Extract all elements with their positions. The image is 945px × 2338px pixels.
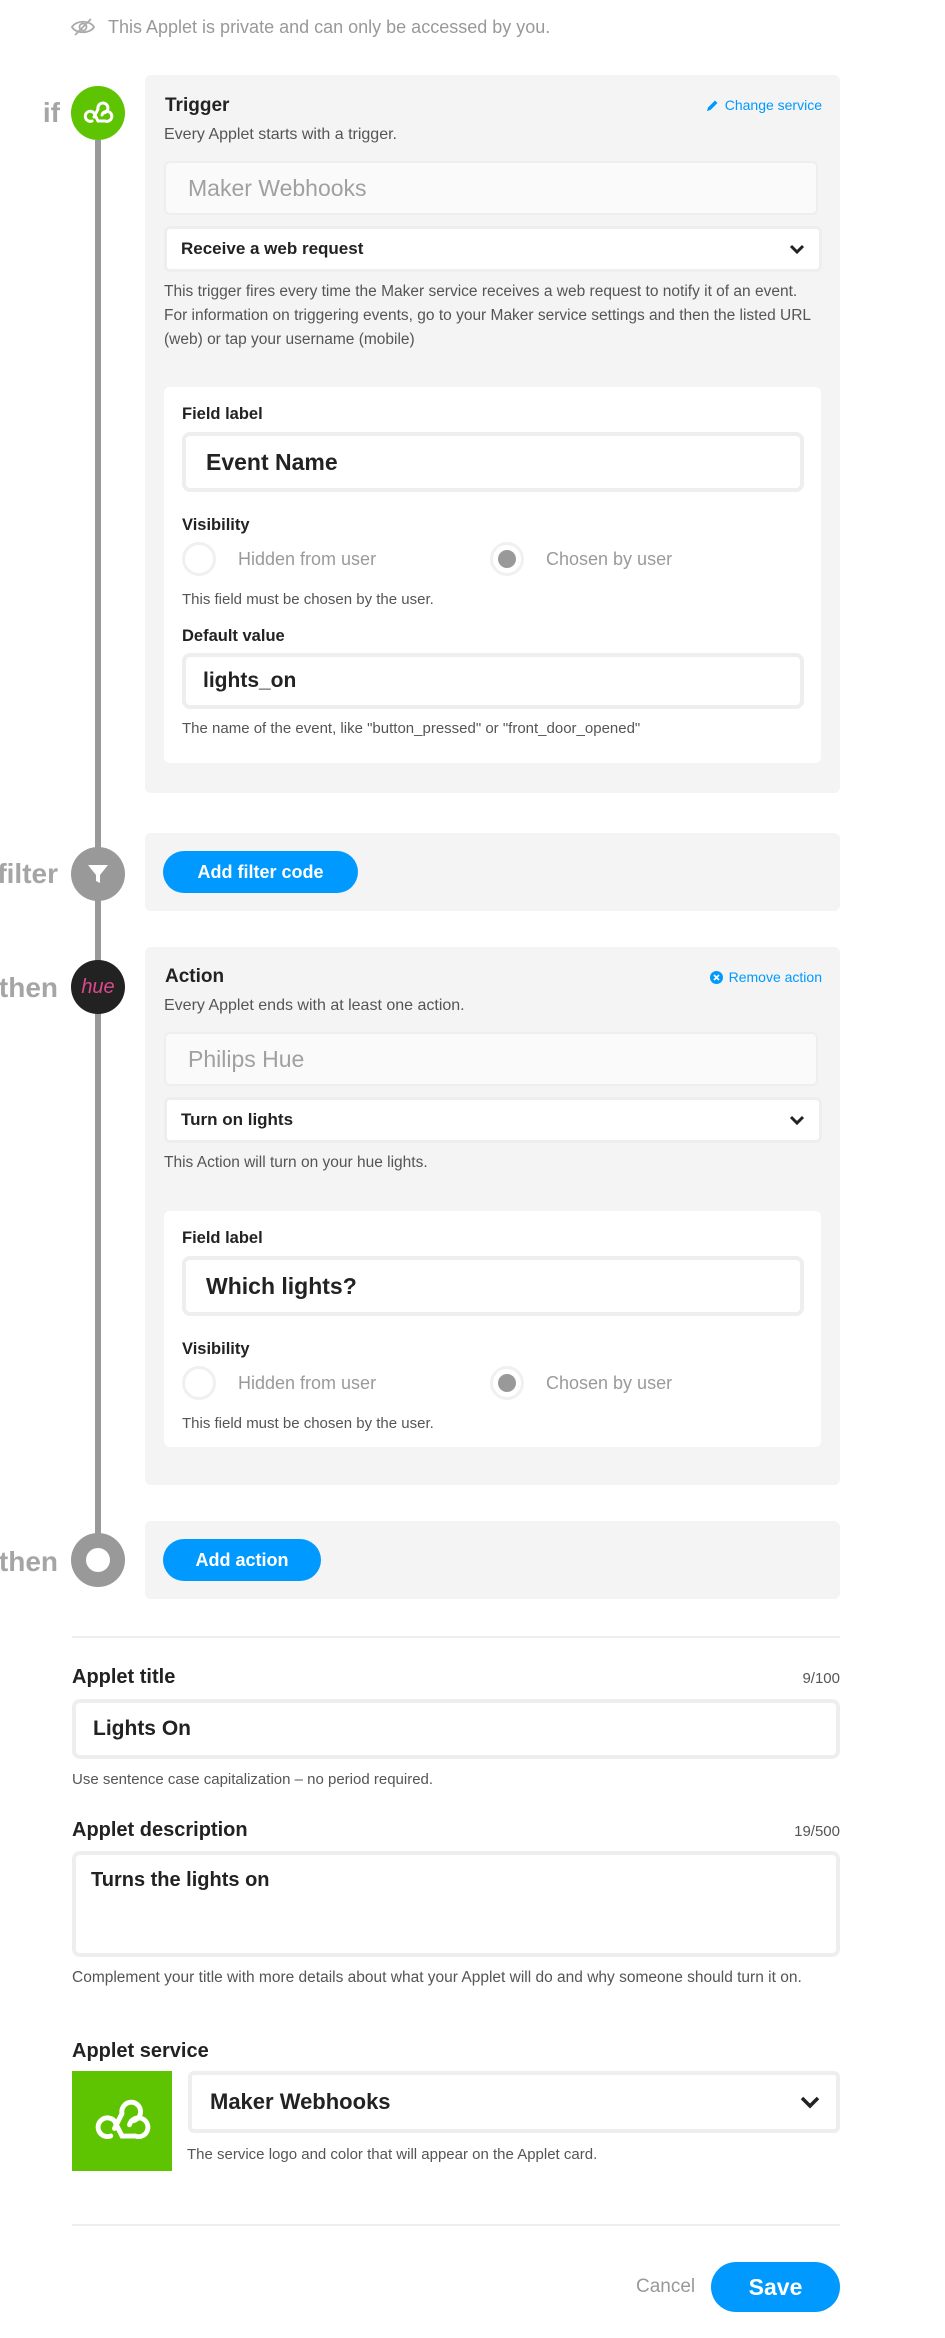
- add-action-button[interactable]: Add action: [163, 1539, 321, 1581]
- private-notice-text: This Applet is private and can only be a…: [108, 16, 551, 37]
- section-divider: [72, 1636, 840, 1638]
- remove-action-link[interactable]: Remove action: [709, 969, 822, 985]
- applet-description-hint: Complement your title with more details …: [72, 1969, 802, 1986]
- step-word-filter: filter: [0, 858, 58, 889]
- action-radio-hidden-label: Hidden from user: [238, 1372, 377, 1393]
- applet-service-label: Applet service: [72, 2040, 209, 2062]
- add-action-node: [71, 1533, 125, 1587]
- trigger-select[interactable]: Receive a web request: [164, 226, 822, 272]
- which-lights-input[interactable]: Which lights?: [182, 1256, 804, 1316]
- action-card: Action Remove action Every Applet ends w…: [145, 947, 840, 1485]
- trigger-service-icon: [71, 86, 125, 140]
- action-radio-chosen[interactable]: [490, 1366, 524, 1400]
- action-select[interactable]: Turn on lights: [164, 1097, 822, 1143]
- eye-off-icon: [70, 18, 96, 36]
- change-service-link[interactable]: Change service: [706, 97, 822, 113]
- webhooks-icon: [95, 2099, 151, 2140]
- action-radio-chosen-label: Chosen by user: [546, 1372, 673, 1393]
- action-description: This Action will turn on your hue lights…: [164, 1154, 428, 1171]
- radio-chosen-by-user[interactable]: Chosen by user: [490, 542, 672, 576]
- radio-hidden[interactable]: [182, 542, 216, 576]
- empty-circle-icon: [86, 1548, 110, 1572]
- applet-service-logo: [72, 2071, 172, 2171]
- applet-title-hint: Use sentence case capitalization – no pe…: [72, 1771, 434, 1788]
- applet-title-label: Applet title: [72, 1666, 176, 1688]
- trigger-card: Trigger Change service Every Applet star…: [145, 75, 840, 793]
- step-word-if: if: [42, 97, 60, 128]
- action-visibility-hint: This field must be chosen by the user.: [182, 1415, 434, 1432]
- add-filter-code-button[interactable]: Add filter code: [163, 851, 358, 893]
- trigger-description: This trigger fires every time the Maker …: [164, 283, 811, 348]
- visibility-hint: This field must be chosen by the user.: [182, 591, 434, 608]
- radio-hidden-label: Hidden from user: [238, 548, 377, 569]
- field-label-title: Field label: [182, 405, 263, 423]
- default-value-hint: The name of the event, like "button_pres…: [182, 720, 641, 737]
- action-title: Action: [165, 966, 225, 987]
- chevron-down-icon: [789, 244, 805, 254]
- radio-hidden-from-user[interactable]: Hidden from user: [182, 542, 376, 576]
- remove-icon: [709, 970, 723, 984]
- action-service-icon: hue: [71, 960, 125, 1014]
- trigger-service-name: Maker Webhooks: [164, 161, 818, 215]
- remove-action-label: Remove action: [728, 969, 822, 985]
- save-button[interactable]: Save: [711, 2262, 840, 2312]
- change-service-label: Change service: [724, 97, 822, 113]
- trigger-field-panel: Field label Event Name Visibility Hidden…: [164, 387, 821, 763]
- step-word-then-action: then: [0, 972, 58, 1003]
- filter-card: Add filter code: [145, 833, 840, 911]
- action-subtitle: Every Applet ends with at least one acti…: [164, 997, 465, 1014]
- chevron-down-icon: [800, 2096, 820, 2108]
- applet-description-value: Turns the lights on: [91, 1869, 270, 1891]
- pencil-icon: [706, 100, 718, 111]
- action-visibility-title: Visibility: [182, 1340, 250, 1358]
- hue-logo: hue: [81, 975, 115, 998]
- applet-description-textarea[interactable]: Turns the lights on: [72, 1851, 840, 1957]
- applet-service-hint: The service logo and color that will app…: [187, 2146, 598, 2163]
- filter-node: [71, 847, 125, 901]
- chevron-down-icon: [789, 1115, 805, 1125]
- trigger-title: Trigger: [165, 95, 230, 116]
- action-radio-chosen-by-user[interactable]: Chosen by user: [490, 1366, 672, 1400]
- webhooks-icon: [83, 101, 114, 123]
- applet-description-counter: 19/500: [794, 1823, 840, 1840]
- applet-service-select[interactable]: Maker Webhooks: [188, 2071, 840, 2133]
- default-value-input[interactable]: lights_on: [182, 653, 804, 709]
- footer-divider: [72, 2224, 840, 2226]
- action-service-name: Philips Hue: [164, 1032, 818, 1086]
- action-select-value: Turn on lights: [181, 1110, 294, 1129]
- event-name-input[interactable]: Event Name: [182, 432, 804, 492]
- applet-title-input[interactable]: Lights On: [72, 1699, 840, 1759]
- trigger-subtitle: Every Applet starts with a trigger.: [164, 126, 397, 143]
- filter-icon: [88, 865, 108, 883]
- default-value-title: Default value: [182, 627, 285, 645]
- trigger-select-value: Receive a web request: [181, 239, 364, 258]
- applet-service-value: Maker Webhooks: [210, 2089, 391, 2114]
- action-field-label-title: Field label: [182, 1229, 263, 1247]
- add-action-card: Add action: [145, 1521, 840, 1599]
- applet-title-counter: 9/100: [802, 1670, 840, 1687]
- cancel-link[interactable]: Cancel: [636, 2276, 695, 2298]
- action-field-panel: Field label Which lights? Visibility Hid…: [164, 1211, 821, 1447]
- private-notice: This Applet is private and can only be a…: [70, 14, 550, 40]
- radio-chosen[interactable]: [490, 542, 524, 576]
- radio-chosen-label: Chosen by user: [546, 548, 673, 569]
- action-radio-hidden-from-user[interactable]: Hidden from user: [182, 1366, 376, 1400]
- step-word-then-add: then: [0, 1546, 58, 1577]
- visibility-title: Visibility: [182, 516, 250, 534]
- applet-description-label: Applet description: [72, 1819, 248, 1841]
- action-radio-hidden[interactable]: [182, 1366, 216, 1400]
